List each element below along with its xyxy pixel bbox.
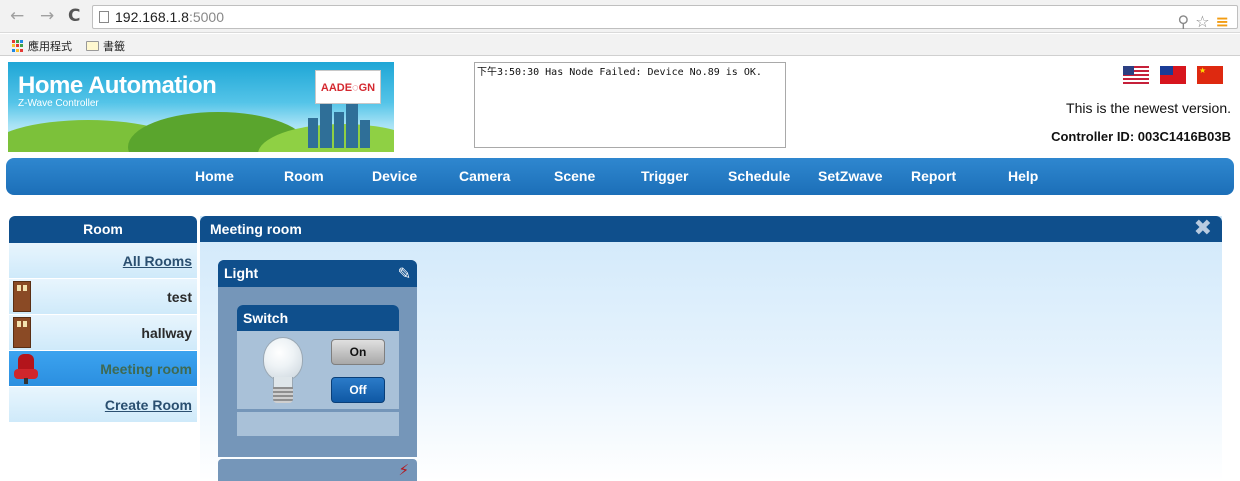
room-item-label: test	[167, 289, 192, 305]
url-text[interactable]: 192.168.1.8:5000	[115, 9, 224, 25]
bookmark-folder-label: 書籤	[103, 40, 125, 53]
bookmarks-bar: 應用程式 書籤	[0, 34, 1240, 56]
all-rooms-link[interactable]: All Rooms	[9, 243, 197, 279]
nav-home[interactable]: Home	[195, 168, 234, 184]
reload-icon[interactable]: C	[68, 6, 80, 26]
nav-scene[interactable]: Scene	[554, 168, 595, 184]
forward-icon[interactable]: →	[40, 6, 54, 26]
company-logo: AADE◌GN	[315, 70, 381, 104]
main-nav: Home Room Device Camera Scene Trigger Sc…	[6, 158, 1234, 195]
browser-toolbar: ← → C 192.168.1.8:5000 ⚲ ☆ ≡	[0, 0, 1240, 33]
banner-subtitle: Z-Wave Controller	[18, 98, 99, 109]
room-item-hallway[interactable]: hallway	[9, 315, 197, 351]
chair-icon	[13, 354, 39, 384]
china-flag-icon[interactable]	[1197, 66, 1223, 84]
device-card-header: Light ✎	[218, 260, 417, 287]
url-host: 192.168.1.8	[115, 9, 189, 25]
language-flags	[1123, 66, 1223, 84]
city-building	[346, 100, 358, 148]
light-device-card: Light ✎ Switch On Off	[218, 260, 417, 457]
city-building	[320, 104, 332, 148]
on-button[interactable]: On	[331, 339, 385, 365]
nav-setzwave[interactable]: SetZwave	[818, 168, 883, 184]
status-message-box[interactable]: 下午3:50:30 Has Node Failed: Device No.89 …	[474, 62, 786, 148]
apps-grid-icon	[12, 40, 24, 52]
room-item-meeting-room[interactable]: Meeting room	[9, 351, 197, 387]
nav-report[interactable]: Report	[911, 168, 956, 184]
us-flag-icon[interactable]	[1123, 66, 1149, 84]
bookmark-apps[interactable]: 應用程式	[12, 38, 72, 54]
city-building	[360, 120, 370, 148]
taiwan-flag-icon[interactable]	[1160, 66, 1186, 84]
version-text: This is the newest version.	[1066, 100, 1231, 116]
light-bulb-icon	[259, 337, 307, 407]
toolbar-right: ⚲ ☆ ≡	[1172, 12, 1229, 31]
nav-camera[interactable]: Camera	[459, 168, 510, 184]
key-icon[interactable]: ⚲	[1178, 12, 1190, 31]
off-button[interactable]: Off	[331, 377, 385, 403]
close-icon[interactable]: ✖	[1194, 217, 1212, 241]
room-item-test[interactable]: test	[9, 279, 197, 315]
all-rooms-label[interactable]: All Rooms	[123, 253, 192, 269]
room-panel: Room All Rooms test hallway Meeting room…	[9, 216, 197, 423]
meeting-room-panel: Meeting room ✖ Light ✎ Switch On Off ⚡	[200, 216, 1222, 481]
bookmark-apps-label: 應用程式	[28, 40, 72, 53]
folder-icon	[86, 41, 99, 51]
unlink-icon[interactable]: ⚡	[398, 461, 409, 479]
city-building	[334, 112, 344, 148]
meeting-room-header: Meeting room ✖	[200, 216, 1222, 242]
nav-device[interactable]: Device	[372, 168, 417, 184]
create-room-link[interactable]: Create Room	[9, 387, 197, 423]
room-item-label: hallway	[141, 325, 192, 341]
back-icon[interactable]: ←	[10, 6, 24, 26]
edit-pencil-icon[interactable]: ✎	[398, 260, 411, 287]
device-card-partial: ⚡	[218, 459, 417, 481]
door-icon	[13, 281, 31, 312]
device-card-title: Light	[224, 265, 259, 281]
banner-title: Home Automation	[18, 72, 217, 99]
switch-title: Switch	[237, 305, 399, 331]
nav-room[interactable]: Room	[284, 168, 324, 184]
bookmark-star-icon[interactable]: ☆	[1195, 12, 1209, 31]
switch-control: Switch On Off	[237, 305, 399, 409]
nav-trigger[interactable]: Trigger	[641, 168, 688, 184]
menu-icon[interactable]: ≡	[1216, 12, 1229, 31]
city-building	[308, 118, 318, 148]
bookmark-folder[interactable]: 書籤	[86, 38, 125, 54]
banner: Home Automation Z-Wave Controller AADE◌G…	[8, 62, 394, 152]
meeting-room-title: Meeting room	[210, 221, 302, 237]
nav-help[interactable]: Help	[1008, 168, 1038, 184]
controller-id: Controller ID: 003C1416B03B	[1051, 129, 1231, 144]
address-bar[interactable]: 192.168.1.8:5000 ⚲ ☆ ≡	[92, 5, 1238, 31]
door-icon	[13, 317, 31, 348]
room-panel-title: Room	[9, 216, 197, 243]
url-port: :5000	[188, 9, 225, 25]
room-item-label: Meeting room	[100, 361, 192, 377]
create-room-label[interactable]: Create Room	[105, 397, 192, 413]
nav-schedule[interactable]: Schedule	[728, 168, 790, 184]
page-icon	[99, 11, 109, 23]
switch-footer	[237, 412, 399, 436]
